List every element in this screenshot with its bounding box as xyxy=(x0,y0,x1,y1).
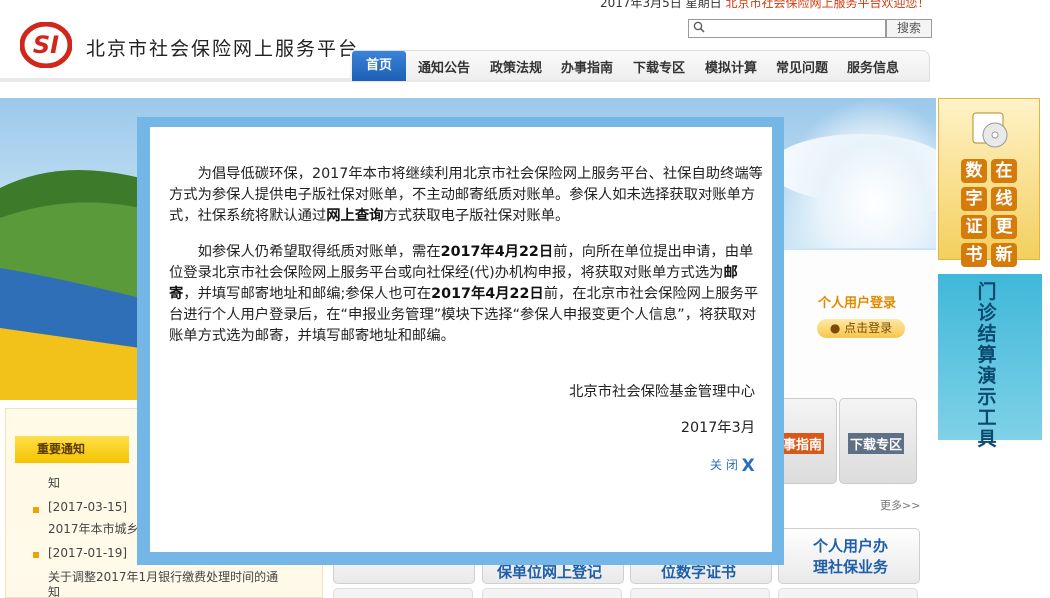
service-tile-label: 理社保业务 xyxy=(813,558,889,576)
service-tile-personal[interactable]: 个人用户办 理社保业务 xyxy=(778,528,920,584)
search-box xyxy=(688,19,886,38)
modal-signature: 北京市社会保险基金管理中心 xyxy=(569,384,755,400)
nav-item-service-info[interactable]: 服务信息 xyxy=(847,57,899,76)
nav-item-home[interactable]: 首页 xyxy=(352,51,406,81)
notice-bullet xyxy=(33,552,39,558)
clinic-settlement-demo-ad[interactable]: 门诊结算演示工具 xyxy=(938,274,1042,450)
quick-tile-downloads[interactable]: 下载专区 xyxy=(839,398,917,484)
top-date-line: 2017年3月5日 星期日 北京市社会保险网上服务平台欢迎您！ xyxy=(600,0,929,11)
notice-item-date: [2017-01-19] xyxy=(48,546,128,560)
bottom-tile xyxy=(630,588,770,598)
ad-char: 证 xyxy=(961,215,987,239)
cd-icon xyxy=(972,112,1008,148)
modal-bold-date: 2017年4月22日 xyxy=(440,244,554,260)
si-logo-icon: SI xyxy=(20,22,72,68)
modal-date: 2017年3月 xyxy=(680,420,755,436)
quick-tile-label: 下载专区 xyxy=(848,433,905,454)
site-title: 北京市社会保险网上服务平台 xyxy=(86,38,360,60)
notice-item-text[interactable]: 2017年本市城乡居 xyxy=(48,520,151,537)
search-button[interactable]: 搜索 xyxy=(886,19,932,38)
nav-item-faq[interactable]: 常见问题 xyxy=(776,57,828,76)
modal-close-button[interactable]: 关 闭 X xyxy=(710,456,755,476)
bottom-tile xyxy=(333,588,473,598)
announcement-modal: 为倡导低碳环保，2017年本市将继续利用北京市社会保险网上服务平台、社保自助终端… xyxy=(150,127,772,552)
nav-item-downloads[interactable]: 下载专区 xyxy=(633,57,685,76)
modal-text: ，并填写邮寄地址和邮编;参保人也可在 xyxy=(183,286,432,302)
notice-bullet xyxy=(33,507,39,513)
bottom-tile xyxy=(482,588,622,598)
search-input[interactable] xyxy=(709,20,883,37)
nav-item-policies[interactable]: 政策法规 xyxy=(490,57,542,76)
close-label: 关 闭 xyxy=(710,458,738,472)
user-icon: ● xyxy=(829,321,845,335)
notice-item-text[interactable]: 关于调整2017年1月银行缴费处理时间的通 xyxy=(48,568,278,585)
ad-char: 线 xyxy=(991,187,1017,211)
more-link[interactable]: 更多>> xyxy=(880,497,920,513)
banner-cloud xyxy=(780,98,936,248)
ad-char: 更 xyxy=(991,215,1017,239)
ad-char: 在 xyxy=(991,159,1017,183)
login-button-label: 点击登录 xyxy=(844,321,893,335)
bottom-tile xyxy=(778,588,918,598)
login-button[interactable]: ● 点击登录 xyxy=(817,319,905,338)
ad-char: 书 xyxy=(961,243,987,267)
modal-paragraph-2: 如参保人仍希望取得纸质对账单，需在2017年4月22日前，向所在单位提出申请，由… xyxy=(169,242,763,347)
notice-item-text[interactable]: 知 xyxy=(48,474,60,491)
modal-paragraph-1: 为倡导低碳环保，2017年本市将继续利用北京市社会保险网上服务平台、社保自助终端… xyxy=(169,164,763,227)
svg-text:SI: SI xyxy=(33,31,59,59)
ad-char: 新 xyxy=(991,243,1017,267)
nav-item-notices[interactable]: 通知公告 xyxy=(418,57,470,76)
notice-tab[interactable]: 重要通知 xyxy=(15,436,129,463)
ad-char: 字 xyxy=(961,187,987,211)
ad-char: 数 xyxy=(961,159,987,183)
welcome-text: 北京市社会保险网上服务平台欢迎您！ xyxy=(725,0,930,10)
date-text: 2017年3月5日 星期日 xyxy=(600,0,722,10)
service-tile-label: 个人用户办 xyxy=(813,537,889,555)
search-icon xyxy=(693,21,705,33)
login-title: 个人用户登录 xyxy=(818,296,897,311)
notice-item-date: [2017-03-15] xyxy=(48,500,128,514)
modal-bold-text: 网上查询 xyxy=(326,208,384,224)
nav-item-calculator[interactable]: 模拟计算 xyxy=(705,57,757,76)
notice-item-text[interactable]: 知 xyxy=(48,583,60,598)
digital-cert-ad[interactable]: 数 在 字 线 证 更 书 新 xyxy=(938,98,1040,267)
close-icon: X xyxy=(741,456,755,476)
clinic-settlement-demo-text: 门诊结算演示工具 xyxy=(977,281,997,450)
main-nav: 首页 通知公告 政策法规 办事指南 下载专区 模拟计算 常见问题 服务信息 xyxy=(350,50,930,81)
nav-item-guide[interactable]: 办事指南 xyxy=(561,57,613,76)
modal-text: 如参保人仍希望取得纸质对账单，需在 xyxy=(197,244,441,260)
modal-bold-date: 2017年4月22日 xyxy=(431,286,544,302)
modal-text: 方式获取电子版社保对账单。 xyxy=(383,208,570,224)
digital-cert-ad-text: 数 在 字 线 证 更 书 新 xyxy=(961,159,1021,267)
